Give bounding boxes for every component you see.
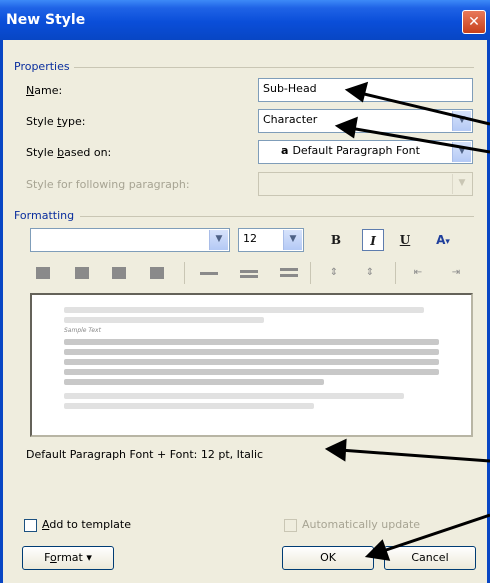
arrow-to-name: [359, 91, 490, 126]
arrow-to-ok: [379, 513, 490, 554]
arrow-head-ok: [364, 539, 391, 561]
arrow-head-style-type: [334, 116, 358, 139]
arrow-to-style-type: [349, 126, 490, 154]
arrow-head-description: [324, 438, 347, 462]
arrow-to-description: [339, 448, 490, 463]
arrow-head-name: [344, 81, 369, 103]
annotation-arrows: [324, 81, 490, 561]
